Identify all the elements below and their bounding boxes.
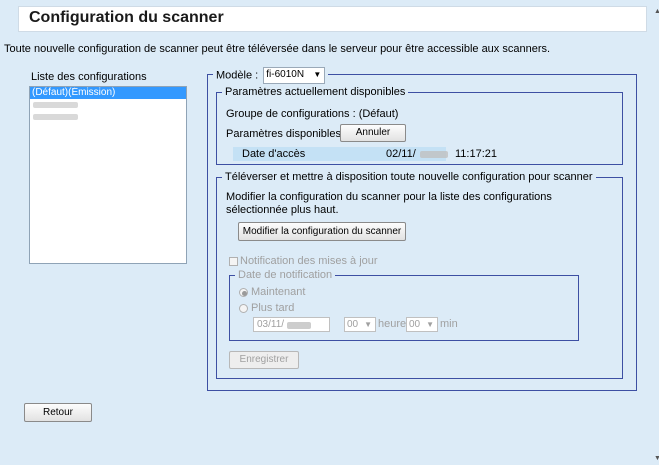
config-list-item[interactable]: x xyxy=(30,111,186,123)
notification-date-value: 03/11/ xyxy=(257,319,285,330)
chevron-down-icon: ▼ xyxy=(313,70,322,79)
modify-config-button[interactable]: Modifier la configuration du scanner xyxy=(238,222,406,241)
redacted-year xyxy=(420,151,448,158)
redacted-year xyxy=(287,322,311,329)
upload-description: Modifier la configuration du scanner pou… xyxy=(226,191,552,216)
page-header: Configuration du scanner xyxy=(18,6,647,32)
cancel-button[interactable]: Annuler xyxy=(340,124,406,142)
model-select[interactable]: fi-6010N ▼ xyxy=(263,67,326,84)
upload-legend: Téléverser et mettre à disposition toute… xyxy=(222,170,596,184)
minute-select[interactable]: 00 ▼ xyxy=(406,317,438,332)
hour-select-value: 00 xyxy=(347,319,359,330)
notify-checkbox-label: Notification des mises à jour xyxy=(240,255,378,267)
config-list-item[interactable]: x xyxy=(30,99,186,111)
config-list-item[interactable]: (Défaut)(Émission) xyxy=(30,87,186,99)
model-legend: Modèle : fi-6010N ▼ xyxy=(213,67,329,84)
model-label: Modèle : xyxy=(216,69,259,82)
access-date-value: 02/11/ xyxy=(386,148,416,160)
notification-date-legend: Date de notification xyxy=(235,268,336,282)
now-radio[interactable] xyxy=(239,288,248,297)
access-time-value: 11:17:21 xyxy=(455,148,498,160)
config-listbox[interactable]: (Défaut)(Émission) x x xyxy=(29,86,187,264)
minute-label: min xyxy=(440,318,458,330)
config-group-label: Groupe de configurations : (Défaut) xyxy=(226,108,399,120)
notify-checkbox[interactable] xyxy=(229,257,238,266)
chevron-down-icon: ▼ xyxy=(426,320,434,329)
hour-select[interactable]: 00 ▼ xyxy=(344,317,376,332)
model-select-value: fi-6010N xyxy=(266,69,305,80)
chevron-down-icon: ▼ xyxy=(364,320,372,329)
minute-select-value: 00 xyxy=(409,319,421,330)
now-radio-label: Maintenant xyxy=(251,286,306,298)
scroll-up-icon[interactable]: ▲ xyxy=(654,8,659,15)
hour-label: heure xyxy=(378,318,407,330)
later-radio-label: Plus tard xyxy=(251,302,295,314)
page-title: Configuration du scanner xyxy=(29,9,224,26)
save-button[interactable]: Enregistrer xyxy=(229,351,299,369)
back-button[interactable]: Retour xyxy=(24,403,92,422)
available-params-label: Paramètres disponibles xyxy=(226,128,341,140)
later-radio[interactable] xyxy=(239,304,248,313)
notification-date-input[interactable]: 03/11/ xyxy=(253,317,330,332)
page-description: Toute nouvelle configuration de scanner … xyxy=(4,43,551,55)
config-list-label: Liste des configurations xyxy=(31,71,147,83)
access-date-label: Date d'accès xyxy=(242,148,306,160)
current-params-legend: Paramètres actuellement disponibles xyxy=(222,85,409,99)
scroll-down-icon[interactable]: ▼ xyxy=(654,455,659,462)
